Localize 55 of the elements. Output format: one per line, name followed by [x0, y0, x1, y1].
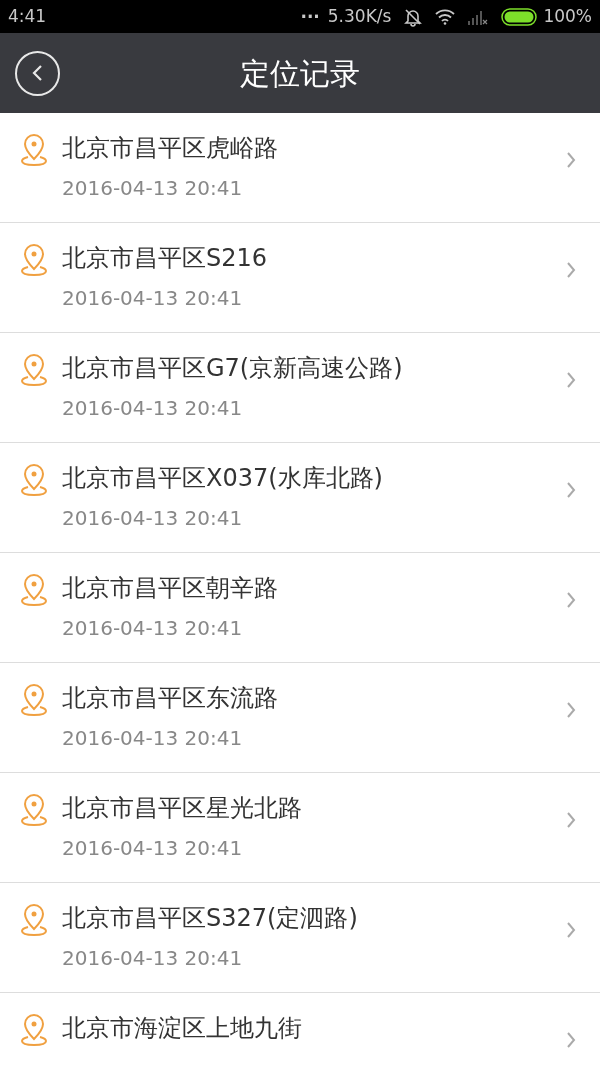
chevron-right-icon	[566, 701, 576, 719]
record-address: 北京市昌平区星光北路	[62, 793, 303, 823]
location-pin-icon	[20, 1013, 48, 1047]
location-pin-icon	[20, 683, 48, 717]
record-time: 2016-04-13 20:41	[62, 505, 244, 531]
chevron-right-icon	[566, 921, 576, 939]
location-pin-icon	[20, 793, 48, 827]
record-address: 北京市昌平区X037(水库北路)	[62, 463, 384, 493]
record-time: 2016-04-13 20:41	[62, 835, 244, 861]
battery-percent: 100%	[543, 4, 592, 28]
location-pin-icon	[20, 463, 48, 497]
record-item[interactable]: 北京市海淀区上地九街	[0, 993, 600, 1067]
record-time: 2016-04-13 20:41	[62, 395, 244, 421]
network-speed: 5.30K/s	[327, 4, 392, 28]
record-time: 2016-04-13 20:41	[62, 725, 244, 751]
record-item[interactable]: 北京市昌平区东流路 2016-04-13 20:41	[0, 663, 600, 773]
record-item[interactable]: 北京市昌平区G7(京新高速公路) 2016-04-13 20:41	[0, 333, 600, 443]
more-indicator: ...	[300, 0, 320, 24]
record-item[interactable]: 北京市昌平区X037(水库北路) 2016-04-13 20:41	[0, 443, 600, 553]
signal-icon	[467, 8, 490, 25]
record-time: 2016-04-13 20:41	[62, 615, 244, 641]
record-item[interactable]: 北京市昌平区S327(定泗路) 2016-04-13 20:41	[0, 883, 600, 993]
record-address: 北京市海淀区上地九街	[62, 1013, 303, 1043]
record-item[interactable]: 北京市昌平区虎峪路 2016-04-13 20:41	[0, 113, 600, 223]
chevron-right-icon	[566, 371, 576, 389]
record-address: 北京市昌平区朝辛路	[62, 573, 279, 603]
location-pin-icon	[20, 353, 48, 387]
record-address: 北京市昌平区S216	[62, 243, 269, 273]
record-time: 2016-04-13 20:41	[62, 175, 244, 201]
location-pin-icon	[20, 573, 48, 607]
chevron-right-icon	[566, 261, 576, 279]
chevron-left-icon	[30, 64, 45, 82]
record-address: 北京市昌平区虎峪路	[62, 133, 279, 163]
chevron-right-icon	[566, 481, 576, 499]
back-button[interactable]	[15, 50, 60, 96]
chevron-right-icon	[566, 1031, 576, 1049]
record-address: 北京市昌平区G7(京新高速公路)	[62, 353, 404, 383]
record-item[interactable]: 北京市昌平区朝辛路 2016-04-13 20:41	[0, 553, 600, 663]
chevron-right-icon	[566, 591, 576, 609]
record-time: 2016-04-13 20:41	[62, 285, 244, 311]
clock-time: 4:41	[8, 4, 47, 28]
chevron-right-icon	[566, 151, 576, 169]
wifi-icon	[435, 8, 456, 25]
record-address: 北京市昌平区S327(定泗路)	[62, 903, 359, 933]
page-title: 定位记录	[240, 54, 360, 93]
battery-icon	[501, 7, 540, 26]
record-address: 北京市昌平区东流路	[62, 683, 279, 713]
muted-bell-icon	[403, 6, 424, 27]
record-item[interactable]: 北京市昌平区S216 2016-04-13 20:41	[0, 223, 600, 333]
location-pin-icon	[20, 243, 48, 277]
location-pin-icon	[20, 903, 48, 937]
chevron-right-icon	[566, 811, 576, 829]
record-item[interactable]: 北京市昌平区星光北路 2016-04-13 20:41	[0, 773, 600, 883]
location-pin-icon	[20, 133, 48, 167]
record-time: 2016-04-13 20:41	[62, 945, 244, 971]
